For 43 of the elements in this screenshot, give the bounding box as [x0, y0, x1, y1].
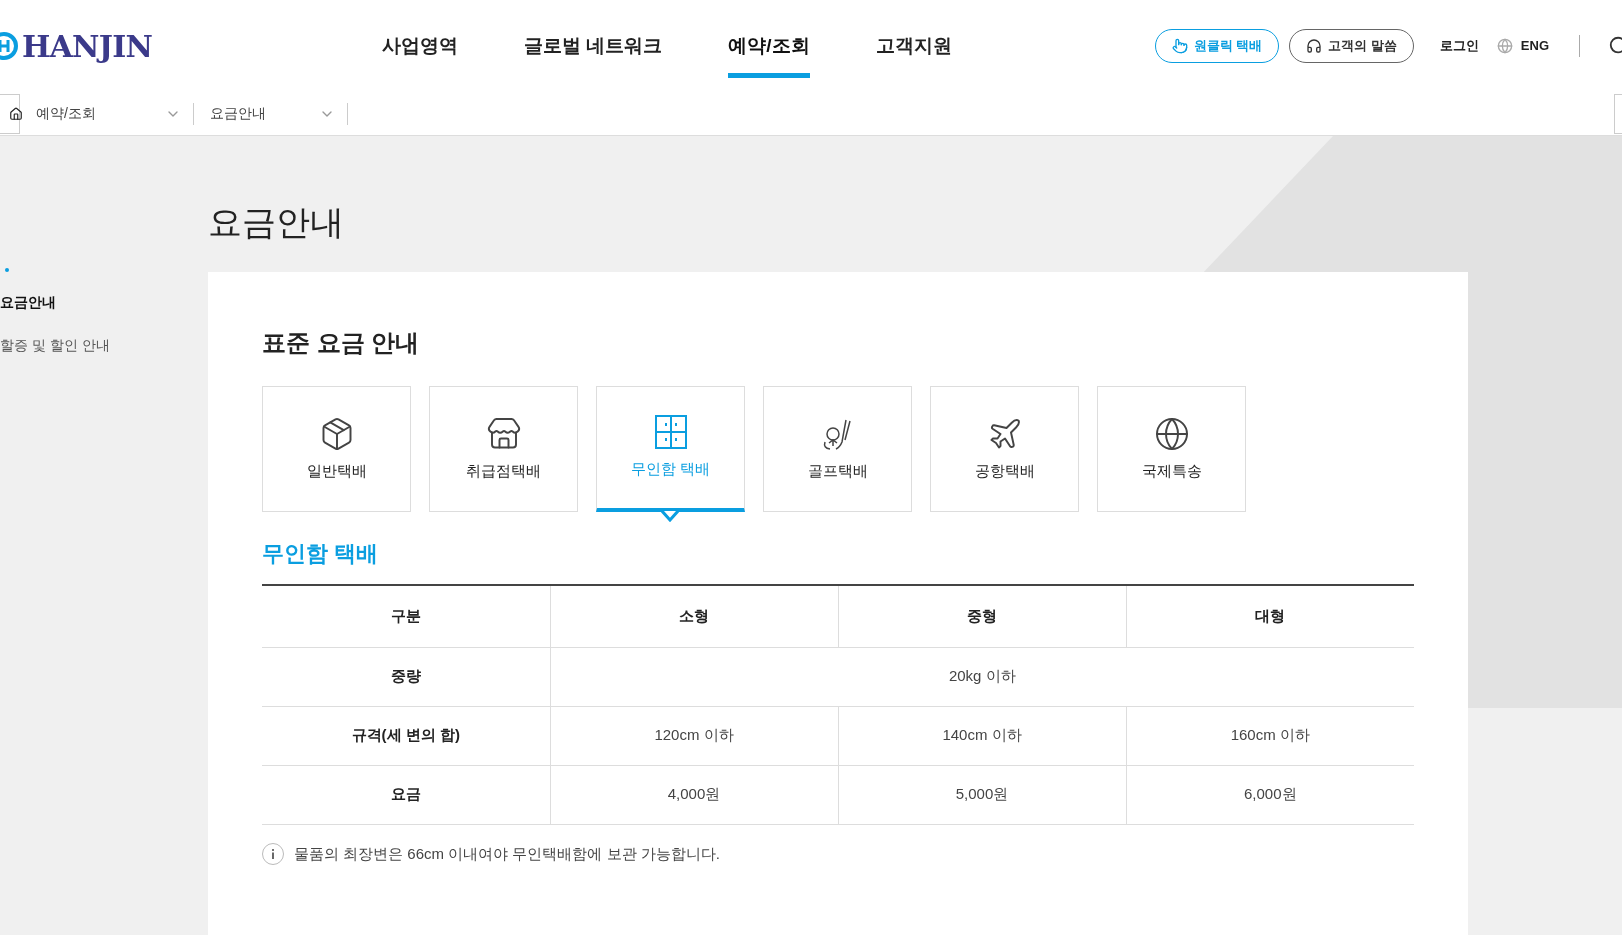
service-tab[interactable]: 취급점택배	[429, 386, 578, 512]
table-cell: 4,000원	[550, 765, 838, 824]
table-cell: 5,000원	[838, 765, 1126, 824]
breadcrumb-dropdown[interactable]: 예약/조회	[20, 102, 194, 125]
nav-tab[interactable]: 고객지원	[863, 0, 964, 92]
headset-icon	[1306, 38, 1323, 54]
globe-icon	[1153, 415, 1190, 452]
note-text: 물품의 최장변은 66cm 이내여야 무인택배함에 보관 가능합니다.	[294, 843, 720, 864]
sidebar-item[interactable]: 요금안내	[0, 292, 208, 313]
column-header: 구분	[262, 585, 550, 647]
locker-icon	[652, 414, 689, 451]
column-header: 소형	[550, 585, 838, 647]
column-header: 대형	[1126, 585, 1414, 647]
sidebar-item[interactable]: 할증 및 할인 안내	[0, 335, 208, 356]
notch-icon	[661, 511, 679, 522]
table-cell: 20kg 이하	[550, 647, 1414, 706]
column-header: 중형	[838, 585, 1126, 647]
row-header: 중량	[262, 647, 550, 706]
row-header: 요금	[262, 765, 550, 824]
service-tab[interactable]: 국제특송	[1097, 386, 1246, 512]
breadcrumb-dropdown[interactable]: 요금안내	[194, 102, 348, 125]
section-subtitle: 무인함 택배	[262, 540, 380, 568]
nav-tab[interactable]: 글로벌 네트워크	[512, 0, 675, 92]
nav-tab[interactable]: 사업영역	[370, 0, 470, 92]
service-tab[interactable]: 골프택배	[763, 386, 912, 512]
table-cell: 160cm 이하	[1126, 706, 1414, 765]
language-link[interactable]: ENG	[1520, 36, 1549, 56]
page-title: 요금안내	[208, 202, 345, 242]
globe-icon	[1496, 38, 1513, 54]
home-button[interactable]	[0, 93, 20, 134]
table-cell: 140cm 이하	[838, 706, 1126, 765]
login-link[interactable]: 로그인	[1439, 36, 1479, 56]
table-cell: 120cm 이하	[550, 706, 838, 765]
section-heading: 표준 요금 안내	[262, 328, 421, 358]
home-icon	[9, 106, 23, 121]
service-tab[interactable]: 일반택배	[262, 386, 411, 512]
hand-icon	[1171, 38, 1188, 54]
nav-tab[interactable]: 예약/조회	[716, 0, 822, 92]
logo-text: HANJIN	[22, 27, 153, 66]
service-tab[interactable]: 공항택배	[930, 386, 1079, 512]
table-cell: 6,000원	[1126, 765, 1414, 824]
panel-edge	[1614, 93, 1622, 134]
row-header: 규격(세 변의 합)	[262, 706, 550, 765]
